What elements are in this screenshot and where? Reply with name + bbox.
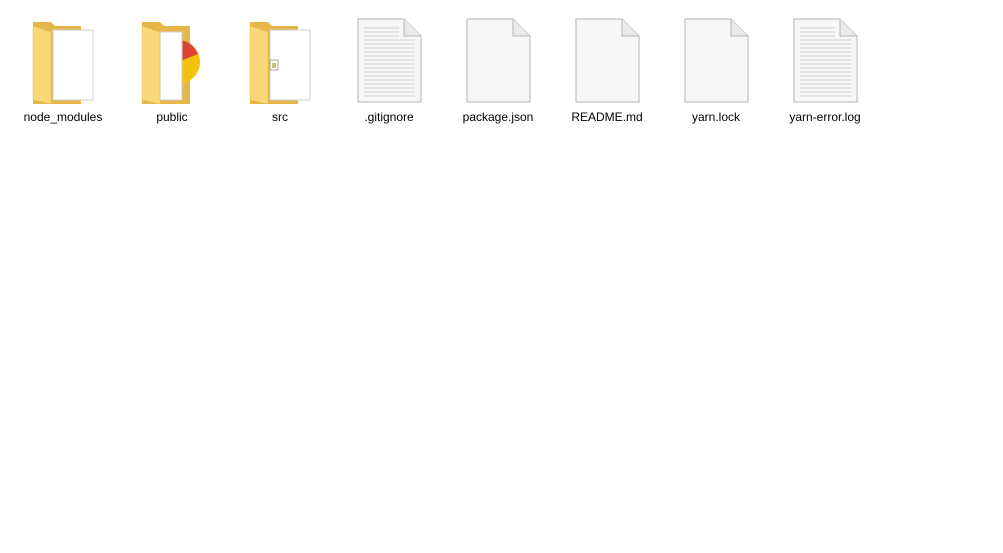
item-label: .gitignore bbox=[364, 110, 414, 124]
item-label: yarn.lock bbox=[691, 110, 741, 124]
file-yarn-error-log[interactable]: yarn-error.log bbox=[775, 14, 875, 126]
file-package-json[interactable]: package.json bbox=[448, 14, 548, 126]
blank-file-icon bbox=[448, 14, 548, 110]
text-file-icon bbox=[339, 14, 439, 110]
file-view: node_modules public src .gitignore packa… bbox=[0, 0, 1003, 553]
folder-src[interactable]: src bbox=[230, 14, 330, 126]
folder-javascript-icon bbox=[230, 14, 330, 110]
text-file-icon bbox=[775, 14, 875, 110]
file-readme-md[interactable]: README.md bbox=[557, 14, 657, 126]
folder-node-modules[interactable]: node_modules bbox=[13, 14, 113, 126]
file-gitignore[interactable]: .gitignore bbox=[339, 14, 439, 126]
folder-icon bbox=[13, 14, 113, 110]
item-label: src bbox=[272, 110, 288, 124]
file-yarn-lock[interactable]: yarn.lock bbox=[666, 14, 766, 126]
item-label: node_modules bbox=[23, 110, 103, 124]
item-label: yarn-error.log bbox=[789, 110, 861, 124]
item-label: public bbox=[156, 110, 188, 124]
item-label: README.md bbox=[571, 110, 643, 124]
blank-file-icon bbox=[666, 14, 766, 110]
item-label: package.json bbox=[462, 110, 534, 124]
folder-public[interactable]: public bbox=[122, 14, 222, 126]
folder-chrome-icon bbox=[122, 14, 222, 110]
blank-file-icon bbox=[557, 14, 657, 110]
